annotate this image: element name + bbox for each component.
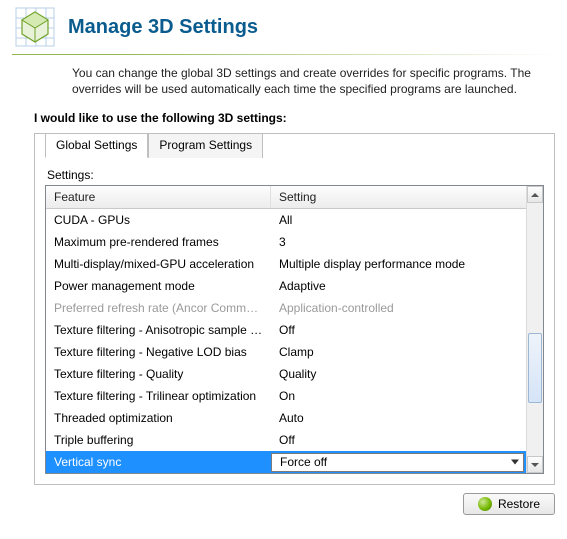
setting-cell: Multiple display performance mode [271,257,526,271]
feature-cell: CUDA - GPUs [46,213,271,227]
nvidia-logo-icon [478,497,492,511]
settings-label: Settings: [47,168,542,182]
setting-value: Off [279,323,295,337]
setting-dropdown[interactable]: Force off [271,453,524,472]
feature-cell: Texture filtering - Anisotropic sample o… [46,323,271,337]
restore-button[interactable]: Restore [463,493,555,515]
section-heading: I would like to use the following 3D set… [0,107,567,133]
feature-cell: Texture filtering - Negative LOD bias [46,345,271,359]
restore-button-label: Restore [498,497,540,511]
table-row[interactable]: Texture filtering - Trilinear optimizati… [46,385,526,407]
scroll-down-button[interactable] [527,456,543,473]
setting-cell: On [271,389,526,403]
page-header: Manage 3D Settings [0,0,567,52]
settings-3d-icon [14,6,56,48]
panel-footer: Restore [34,493,555,515]
feature-cell: Threaded optimization [46,411,271,425]
table-row[interactable]: Texture filtering - Negative LOD bias Cla… [46,341,526,363]
header-separator [12,54,555,55]
table-row[interactable]: Power management mode Adaptive [46,275,526,297]
settings-panel: Global Settings Program Settings Setting… [34,133,555,485]
setting-cell: Off [271,433,526,447]
vertical-scrollbar[interactable] [526,186,543,473]
column-header-feature[interactable]: Feature [46,186,271,208]
setting-cell: Auto [271,411,526,425]
setting-value: All [279,213,292,227]
column-header-setting[interactable]: Setting [271,186,526,208]
setting-cell: All [271,213,526,227]
scroll-track[interactable] [527,203,543,456]
feature-cell: Preferred refresh rate (Ancor Communicat… [46,301,271,315]
page-title: Manage 3D Settings [68,16,258,39]
setting-value: Application-controlled [279,301,394,315]
feature-cell: Multi-display/mixed-GPU acceleration [46,257,271,271]
tab-strip: Global Settings Program Settings [45,132,544,157]
feature-cell: Power management mode [46,279,271,293]
chevron-up-icon [531,193,539,197]
scroll-up-button[interactable] [527,186,543,203]
table-row[interactable]: Texture filtering - Quality Quality [46,363,526,385]
tab-global-settings[interactable]: Global Settings [45,133,148,158]
setting-value: Adaptive [279,279,326,293]
setting-value: Quality [279,367,316,381]
feature-cell: Triple buffering [46,433,271,447]
feature-cell: Texture filtering - Quality [46,367,271,381]
tab-program-settings[interactable]: Program Settings [148,133,263,158]
setting-cell: Application-controlled [271,301,526,315]
table-row[interactable]: Vertical sync Force off [46,451,526,473]
feature-cell: Vertical sync [46,455,271,469]
setting-value: Auto [279,411,304,425]
setting-value: Force off [280,455,327,469]
table-row[interactable]: Threaded optimization Auto [46,407,526,429]
setting-value: Off [279,433,295,447]
scroll-thumb[interactable] [528,333,542,403]
table-row[interactable]: Triple buffering Off [46,429,526,451]
setting-value: Multiple display performance mode [279,257,465,271]
chevron-down-icon [511,460,519,465]
feature-cell: Maximum pre-rendered frames [46,235,271,249]
setting-value: On [279,389,295,403]
chevron-down-icon [531,463,539,467]
table-row[interactable]: Texture filtering - Anisotropic sample o… [46,319,526,341]
setting-cell: Off [271,323,526,337]
feature-cell: Texture filtering - Trilinear optimizati… [46,389,271,403]
setting-cell: 3 [271,235,526,249]
table-row[interactable]: CUDA - GPUs All [46,209,526,231]
grid-header: Feature Setting [46,186,526,209]
setting-cell: Quality [271,367,526,381]
setting-cell: Clamp [271,345,526,359]
table-row[interactable]: Preferred refresh rate (Ancor Communicat… [46,297,526,319]
setting-cell: Adaptive [271,279,526,293]
table-row[interactable]: Maximum pre-rendered frames 3 [46,231,526,253]
table-row[interactable]: Multi-display/mixed-GPU acceleration Mult… [46,253,526,275]
setting-value: Clamp [279,345,314,359]
setting-value: 3 [279,235,286,249]
settings-grid: Feature Setting CUDA - GPUs All Maximum pr… [45,185,544,474]
intro-text: You can change the global 3D settings an… [0,59,567,107]
